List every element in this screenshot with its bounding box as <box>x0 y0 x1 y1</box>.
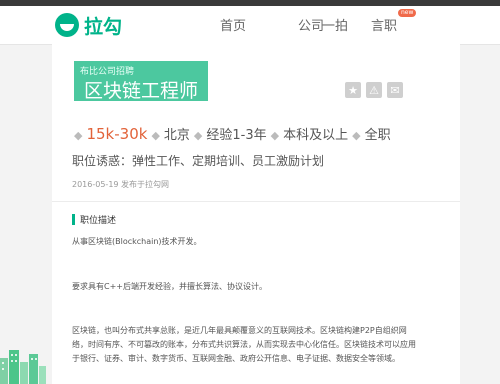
section-heading: 职位描述 <box>72 213 117 226</box>
description-para-2: 要求具有C++后端开发经验，并擅长算法、协议设计。 <box>72 282 267 291</box>
job-type: 全职 <box>364 128 391 143</box>
warning-icon[interactable]: ⚠ <box>366 82 382 98</box>
education: 本科及以上 <box>283 128 349 143</box>
nav-yipai[interactable]: 一拍 <box>322 15 348 34</box>
tag-icon: ◆ <box>74 129 83 142</box>
logo[interactable]: 拉勾 <box>55 10 122 40</box>
heading-bar <box>72 213 75 225</box>
divider <box>52 201 460 202</box>
new-badge: new <box>398 9 417 17</box>
job-requirements: ◆ 15k-30k ◆ 北京 ◆ 经验1-3年 ◆ 本科及以上 ◆ 全职 <box>74 124 391 143</box>
description-para-3: 区块链，也叫分布式共享总账，是近几年最具颠覆意义的互联网技术。区块链构建P2P自… <box>72 326 416 363</box>
chat-icon[interactable]: ✉ <box>387 82 403 98</box>
salary: 15k-30k <box>86 125 148 143</box>
nav-yanzhi[interactable]: 言职 <box>371 15 397 34</box>
logo-icon <box>55 13 79 37</box>
publish-date: 2016-05-19 发布于拉勾网 <box>72 180 170 189</box>
tag-icon: ◆ <box>193 129 203 142</box>
city: 北京 <box>163 128 190 143</box>
job-title: 区块链工程师 <box>84 80 199 102</box>
star-icon[interactable]: ★ <box>345 82 361 98</box>
action-icons: ★ ⚠ ✉ <box>345 82 403 98</box>
city-skyline-icon <box>0 350 46 384</box>
experience: 经验1-3年 <box>206 128 267 143</box>
logo-text: 拉勾 <box>84 15 123 38</box>
tag-icon: ◆ <box>270 129 280 142</box>
description-heading: 职位描述 <box>80 215 117 226</box>
job-detail-card: 布比公司招聘 区块链工程师 ★ ⚠ ✉ ◆ 15k-30k ◆ 北京 ◆ 经验1… <box>52 44 460 384</box>
job-temptation: 职位诱惑：弹性工作、定期培训、员工激励计划 <box>72 154 325 168</box>
tag-icon: ◆ <box>352 129 361 142</box>
description-para-1: 从事区块链(Blockchain)技术开发。 <box>72 237 202 246</box>
job-title-box: 布比公司招聘 区块链工程师 <box>74 61 208 102</box>
nav-home[interactable]: 首页 <box>220 15 246 34</box>
nav-companies[interactable]: 公司 <box>298 15 324 34</box>
tag-icon: ◆ <box>151 129 160 142</box>
header-nav: 拉勾 首页 公司 一拍 言职 new <box>0 6 500 45</box>
